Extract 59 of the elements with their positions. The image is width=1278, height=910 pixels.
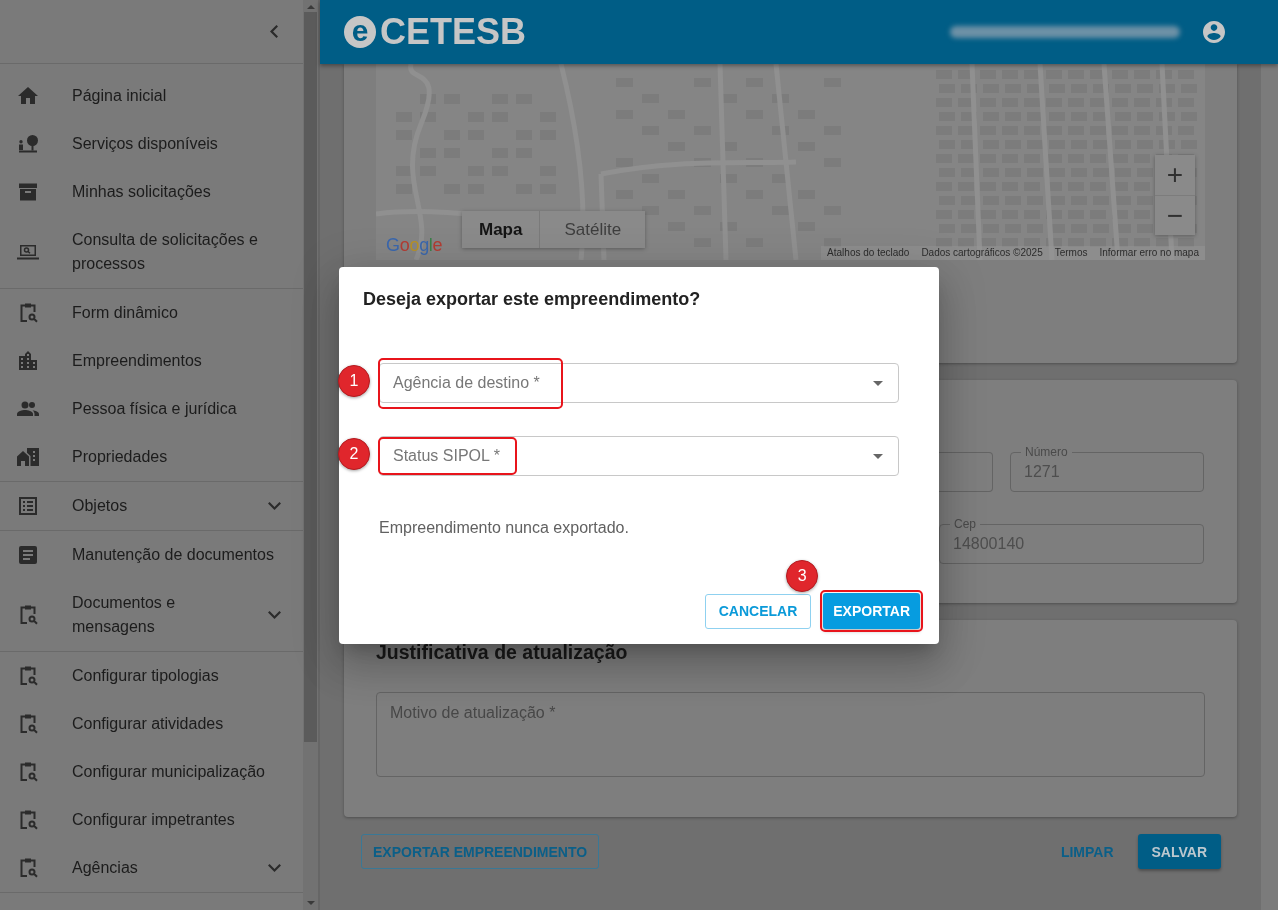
map-provider-logo: Google xyxy=(386,235,443,256)
dialog-title: Deseja exportar este empreendimento? xyxy=(363,288,702,311)
sidebar-item[interactable]: Página inicial xyxy=(0,72,303,120)
zoom-button[interactable]: − xyxy=(1155,195,1195,235)
account-icon[interactable] xyxy=(1203,21,1225,43)
home-icon xyxy=(17,86,39,106)
sidebar-item[interactable]: Consulta de solicitações e processos xyxy=(0,216,303,288)
document-icon xyxy=(17,545,39,565)
sidebar-item[interactable]: Minhas solicitações xyxy=(0,168,303,216)
sidebar-item[interactable]: Empreendimentos xyxy=(0,337,303,385)
map-attribution-link[interactable]: Termos xyxy=(1054,247,1088,259)
sidebar-item[interactable]: Configurar atividades xyxy=(0,700,303,748)
map-attribution-link[interactable]: Informar erro no mapa xyxy=(1099,247,1199,259)
scrollbar[interactable] xyxy=(1261,64,1278,910)
dropdown-caret-icon xyxy=(873,453,883,459)
sidebar-item[interactable]: Pessoa física e jurídica xyxy=(0,385,303,433)
scroll-down-icon[interactable] xyxy=(306,901,315,905)
step-marker: 2 xyxy=(338,438,370,470)
sidebar-item[interactable]: Propriedades xyxy=(0,433,303,481)
sidebar-item[interactable]: Configurar impetrantes xyxy=(0,796,303,844)
chevron-down-icon[interactable] xyxy=(268,502,281,510)
brand-name: CETESB xyxy=(380,12,527,52)
list-icon xyxy=(17,496,39,516)
step-marker: 1 xyxy=(338,365,370,397)
sidebar-item[interactable]: Objetos xyxy=(0,482,303,530)
map-type-tab[interactable]: Satélite xyxy=(539,211,646,248)
chevron-down-icon[interactable] xyxy=(268,611,281,619)
scrollbar-thumb[interactable] xyxy=(304,12,317,742)
sidebar-item[interactable]: Form dinâmico xyxy=(0,289,303,337)
map-type-tab[interactable]: Mapa xyxy=(462,211,540,248)
laptop-search-icon xyxy=(17,242,39,262)
person-tree-icon xyxy=(17,134,39,154)
step-marker: 3 xyxy=(786,560,819,592)
scrollbar[interactable] xyxy=(303,0,318,910)
sidebar-item[interactable]: Manutenção de documentos xyxy=(0,531,303,579)
people-icon xyxy=(17,399,39,419)
sidebar-item[interactable]: Documentos e mensagens xyxy=(0,579,303,651)
chevron-down-icon[interactable] xyxy=(268,864,281,872)
sidebar-item[interactable]: Configurar tipologias xyxy=(0,652,303,700)
houses-icon xyxy=(17,447,39,467)
logo-mark: e xyxy=(344,16,376,48)
scroll-up-icon[interactable] xyxy=(306,5,315,9)
buildings-icon xyxy=(17,351,39,371)
cancel-button[interactable]: CANCELAR xyxy=(704,593,812,629)
select-field[interactable]: Status SIPOL * xyxy=(379,436,899,476)
chevron-left-icon[interactable] xyxy=(270,25,278,38)
export-button[interactable]: EXPORTAR xyxy=(823,593,920,629)
text-area[interactable]: Motivo de atualização * xyxy=(376,692,1205,777)
dropdown-caret-icon xyxy=(873,380,883,386)
zoom-button[interactable]: + xyxy=(1155,155,1195,195)
archive-box-icon xyxy=(17,182,39,202)
map-attribution-link[interactable]: Dados cartográficos ©2025 xyxy=(921,247,1043,259)
save-button[interactable]: SALVAR xyxy=(1137,834,1221,869)
section-title: Justificativa de atualização xyxy=(376,642,629,662)
sidebar-item[interactable]: Agências xyxy=(0,844,303,892)
sidebar-item[interactable]: Serviços disponíveis xyxy=(0,120,303,168)
map-attribution-link[interactable]: Atalhos do teclado xyxy=(827,247,910,259)
sidebar-item[interactable]: Configurar municipalização xyxy=(0,748,303,796)
dialog-message: Empreendimento nunca exportado. xyxy=(379,518,630,538)
